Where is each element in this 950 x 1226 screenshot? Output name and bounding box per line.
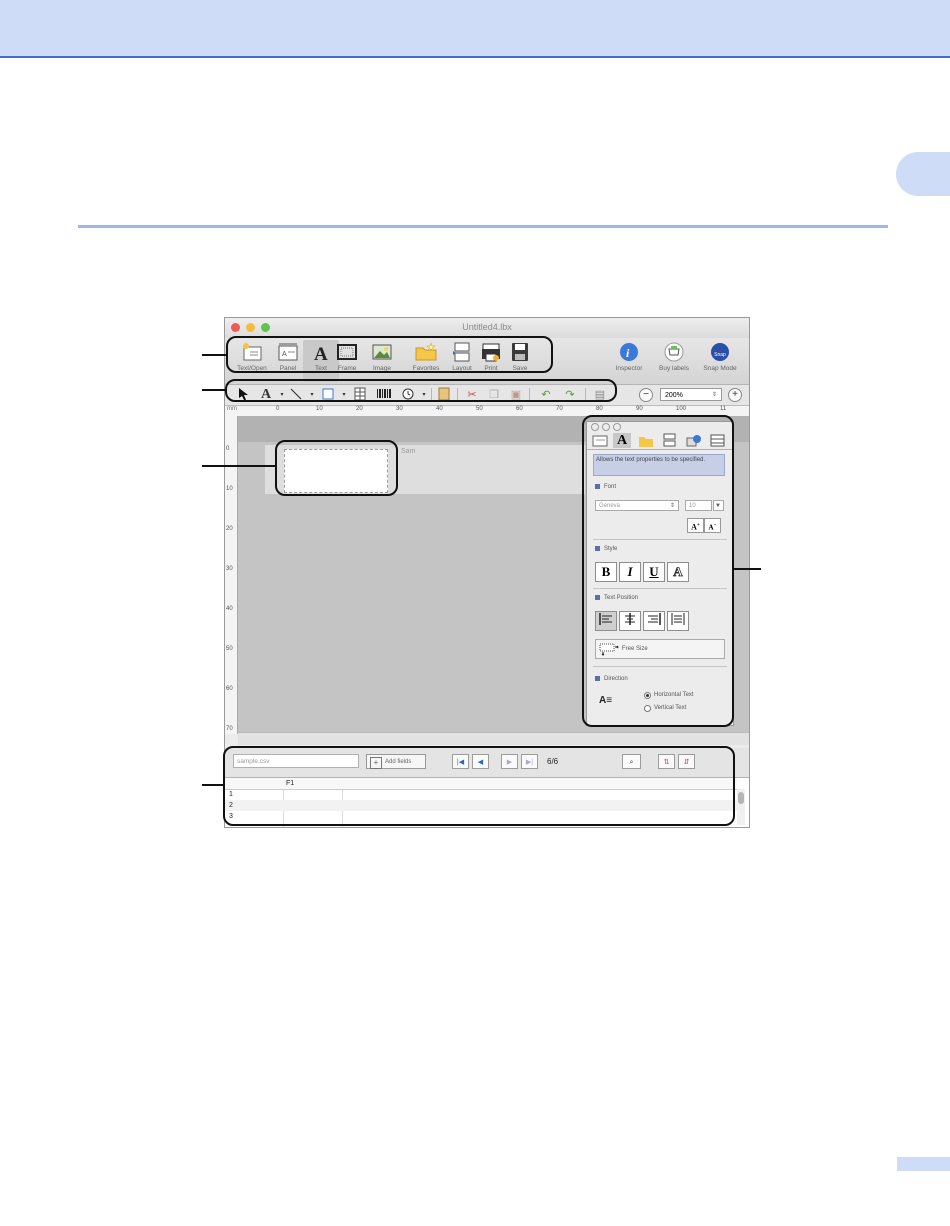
toolbar-snap-mode[interactable]: Snap Snap Mode xyxy=(702,340,738,382)
ruler-tick-label: 11 xyxy=(720,406,727,412)
zoom-select[interactable]: 200% ⇕ xyxy=(660,388,722,401)
ruler-tick-label: 40 xyxy=(436,406,443,412)
ruler-tick-label: 60 xyxy=(226,686,233,692)
window-title: Untitled4.lbx xyxy=(462,322,512,332)
ruler-tick-label: 60 xyxy=(516,406,523,412)
ruler-tick-label: 30 xyxy=(226,566,233,572)
section-rule xyxy=(78,225,888,228)
label-text: Sam xyxy=(401,448,416,455)
zoom-value: 200% xyxy=(665,392,683,399)
ruler-unit: mm xyxy=(227,406,237,412)
svg-text:Snap: Snap xyxy=(714,352,726,358)
ruler-tick-label: 90 xyxy=(636,406,643,412)
toolbar-label: Snap Mode xyxy=(703,365,737,372)
callout-toolbar xyxy=(226,336,553,373)
scrollbar[interactable] xyxy=(737,789,745,825)
inspector-icon: i xyxy=(620,343,638,361)
ruler-tick-label: 50 xyxy=(476,406,483,412)
toolbar-label: Buy labels xyxy=(659,365,689,372)
pane-splitter[interactable] xyxy=(238,732,749,745)
callout-database xyxy=(223,746,735,826)
header-band xyxy=(0,0,950,58)
ruler-tick-label: 20 xyxy=(356,406,363,412)
callout-draw-toolbar xyxy=(225,379,617,402)
callout-line xyxy=(734,568,761,570)
ruler-tick-label: 0 xyxy=(226,446,230,452)
ruler-tick-label: 80 xyxy=(596,406,603,412)
page-number-tab xyxy=(897,1157,950,1171)
ruler-tick-label: 50 xyxy=(226,646,233,652)
ruler-tick-label: 100 xyxy=(676,406,687,412)
callout-line xyxy=(202,389,225,391)
callout-inspector xyxy=(582,415,734,727)
title-bar: Untitled4.lbx xyxy=(225,318,749,338)
ruler-tick-label: 20 xyxy=(226,526,233,532)
ruler-left: 0 10 20 30 40 50 60 70 xyxy=(225,416,238,734)
ruler-tick-label: 70 xyxy=(556,406,563,412)
zoom-out-button[interactable]: − xyxy=(639,388,653,402)
updown-icon: ⇕ xyxy=(711,392,717,398)
ruler-tick-label: 10 xyxy=(226,486,233,492)
ruler-tick-label: 30 xyxy=(396,406,403,412)
snap-mode-icon: Snap xyxy=(711,343,729,361)
ruler-tick-label: 40 xyxy=(226,606,233,612)
callout-layout-object xyxy=(275,440,398,496)
toolbar-inspector[interactable]: i Inspector xyxy=(611,340,647,382)
ruler-tick-label: 0 xyxy=(276,406,280,412)
ruler-tick-label: 70 xyxy=(226,726,233,732)
zoom-in-button[interactable]: + xyxy=(728,388,742,402)
toolbar-label: Inspector xyxy=(615,365,643,372)
callout-line xyxy=(202,784,223,786)
buy-labels-icon xyxy=(664,342,684,362)
ruler-tick-label: 10 xyxy=(316,406,323,412)
callout-line xyxy=(202,354,226,356)
callout-line xyxy=(202,465,275,467)
chapter-tab xyxy=(896,152,950,196)
toolbar-buy-labels[interactable]: Buy labels xyxy=(656,340,692,382)
